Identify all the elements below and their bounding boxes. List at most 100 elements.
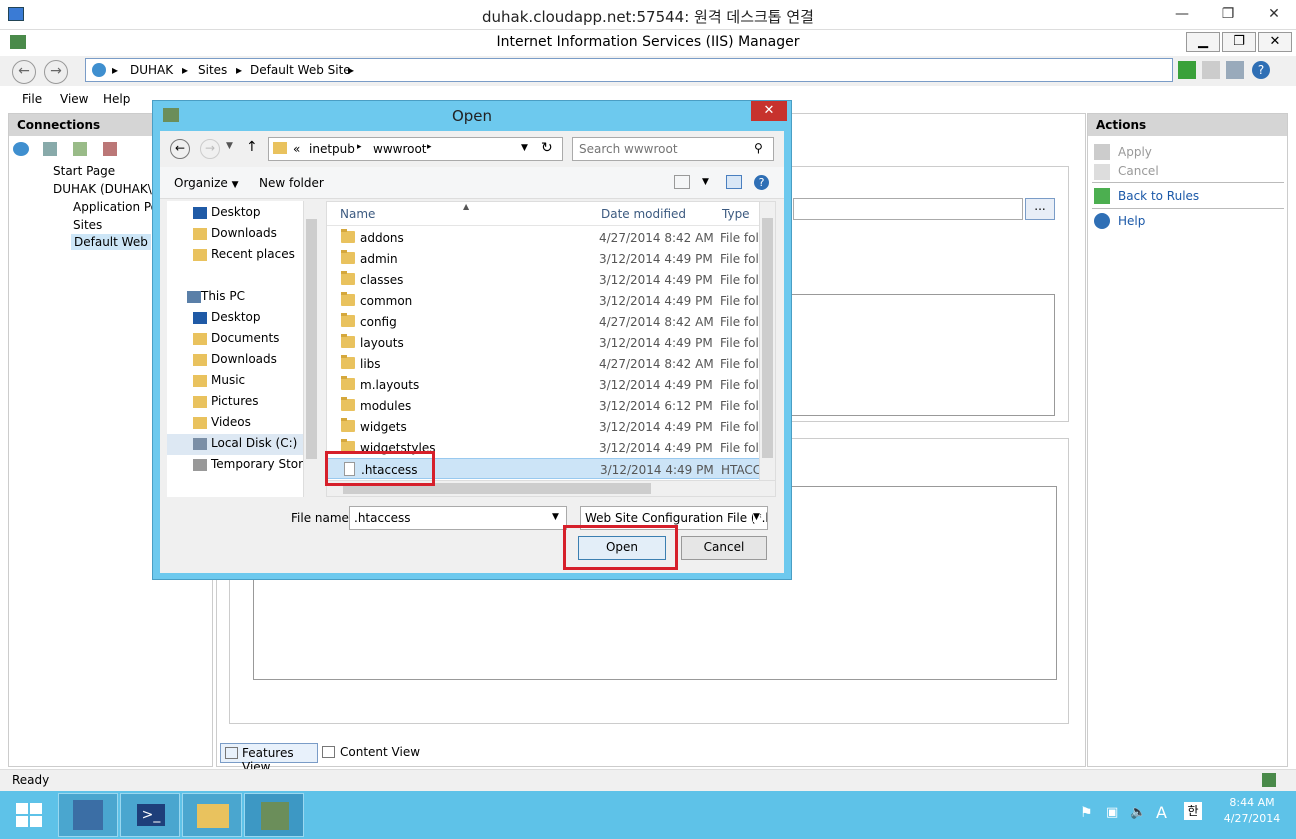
features-view-tab[interactable]: Features View: [220, 743, 318, 774]
nav-music[interactable]: Music: [211, 373, 245, 387]
action-help[interactable]: Help: [1118, 214, 1145, 228]
list-item[interactable]: widgets 3/12/2014 4:49 PM File folde: [327, 416, 775, 437]
path-inetpub[interactable]: inetpub: [309, 142, 355, 156]
organize-button[interactable]: Organize ▼: [174, 176, 239, 190]
column-date-modified[interactable]: Date modified: [601, 207, 686, 221]
menu-file[interactable]: File: [22, 92, 42, 106]
recent-locations-icon[interactable]: ▼: [226, 141, 233, 151]
help-icon[interactable]: ?: [1252, 61, 1270, 79]
file-list-vscrollbar[interactable]: [759, 202, 775, 480]
path-dropdown-icon[interactable]: ▼: [521, 143, 528, 153]
path-refresh-icon[interactable]: ↻: [541, 140, 553, 156]
rdp-close-button[interactable]: ✕: [1252, 0, 1296, 28]
volume-muted-icon[interactable]: 🔈: [1130, 805, 1146, 820]
view-options-icon[interactable]: [674, 175, 690, 189]
home-icon[interactable]: [1226, 61, 1244, 79]
nav-temporary-storage[interactable]: Temporary Stora: [211, 457, 310, 471]
breadcrumb-default-web-site[interactable]: Default Web Site: [250, 63, 351, 77]
browse-button[interactable]: ...: [1025, 198, 1055, 220]
nav-local-disk[interactable]: Local Disk (C:): [211, 436, 297, 450]
up-icon[interactable]: [73, 142, 87, 156]
up-folder-icon[interactable]: ↑: [246, 139, 258, 155]
address-box[interactable]: ▸ DUHAK ▸ Sites ▸ Default Web Site ▸: [85, 58, 1173, 82]
list-item[interactable]: libs 4/27/2014 8:42 AM File folde: [327, 353, 775, 374]
nav-desktop[interactable]: Desktop: [211, 205, 261, 219]
column-name[interactable]: Name: [340, 207, 375, 221]
list-item[interactable]: admin 3/12/2014 4:49 PM File folde: [327, 248, 775, 269]
tree-server[interactable]: DUHAK (DUHAK\a: [53, 182, 159, 196]
network-icon[interactable]: ▣: [1106, 805, 1118, 820]
new-folder-button[interactable]: New folder: [259, 176, 324, 190]
ime-hangul[interactable]: 한: [1184, 802, 1202, 820]
clock[interactable]: 8:44 AM 4/27/2014: [1212, 796, 1292, 825]
nav-documents[interactable]: Documents: [211, 331, 279, 345]
action-cancel[interactable]: Cancel: [1118, 164, 1159, 178]
iis-minimize-button[interactable]: ▁: [1186, 32, 1220, 52]
windows-start-icon[interactable]: [16, 803, 42, 827]
filename-dropdown-icon[interactable]: ▼: [552, 512, 559, 522]
menu-view[interactable]: View: [60, 92, 88, 106]
back-button[interactable]: ←: [12, 60, 36, 84]
powershell-icon: >_: [137, 804, 165, 826]
nav-scroll-thumb[interactable]: [306, 219, 317, 459]
taskbar-powershell[interactable]: >_: [120, 793, 180, 837]
list-item[interactable]: addons 4/27/2014 8:42 AM File folde: [327, 227, 775, 248]
tree-default-web-site[interactable]: Default Web: [71, 234, 151, 250]
breadcrumb-sites[interactable]: Sites: [198, 63, 227, 77]
dialog-back-icon[interactable]: ←: [170, 139, 190, 159]
cancel-button[interactable]: Cancel: [681, 536, 767, 560]
tree-start-page[interactable]: Start Page: [53, 164, 115, 178]
content-view-tab[interactable]: Content View: [322, 743, 420, 763]
nav-pane-scrollbar[interactable]: [303, 201, 319, 497]
forward-button[interactable]: →: [44, 60, 68, 84]
dialog-close-button[interactable]: ✕: [751, 101, 787, 121]
rdp-minimize-button[interactable]: —: [1160, 0, 1204, 28]
list-item[interactable]: common 3/12/2014 4:49 PM File folde: [327, 290, 775, 311]
view-dropdown-icon[interactable]: ▼: [702, 177, 709, 187]
filename-combobox[interactable]: .htaccess ▼: [349, 506, 567, 530]
iis-restore-button[interactable]: ❐: [1222, 32, 1256, 52]
list-item[interactable]: classes 3/12/2014 4:49 PM File folde: [327, 269, 775, 290]
taskbar-iis-manager[interactable]: [244, 793, 304, 837]
preview-pane-icon[interactable]: [726, 175, 742, 189]
connect-icon[interactable]: [13, 142, 29, 156]
menu-help[interactable]: Help: [103, 92, 130, 106]
column-type[interactable]: Type: [722, 207, 750, 221]
rdp-maximize-button[interactable]: ❐: [1206, 0, 1250, 28]
path-wwwroot[interactable]: wwwroot: [373, 142, 427, 156]
iis-close-button[interactable]: ✕: [1258, 32, 1292, 52]
ime-mode-a[interactable]: A: [1156, 803, 1167, 822]
file-type-dropdown-icon[interactable]: ▼: [753, 512, 760, 522]
search-input[interactable]: [572, 137, 774, 161]
path-input[interactable]: [793, 198, 1023, 220]
nav-this-pc[interactable]: This PC: [201, 289, 245, 303]
center-textarea-top[interactable]: [777, 294, 1055, 416]
refresh-icon[interactable]: [1178, 61, 1196, 79]
dialog-forward-icon[interactable]: →: [200, 139, 220, 159]
breadcrumb-duhak[interactable]: DUHAK: [130, 63, 173, 77]
list-item[interactable]: m.layouts 3/12/2014 4:49 PM File folde: [327, 374, 775, 395]
taskbar-server-manager[interactable]: [58, 793, 118, 837]
action-apply[interactable]: Apply: [1118, 145, 1152, 159]
file-list-scroll-thumb[interactable]: [762, 218, 773, 458]
nav-downloads[interactable]: Downloads: [211, 226, 277, 240]
actions-divider: [1092, 182, 1284, 183]
disconnect-icon[interactable]: [103, 142, 117, 156]
nav-pc-downloads[interactable]: Downloads: [211, 352, 277, 366]
dialog-help-icon[interactable]: ?: [754, 175, 769, 190]
list-item[interactable]: layouts 3/12/2014 4:49 PM File folde: [327, 332, 775, 353]
nav-pc-desktop[interactable]: Desktop: [211, 310, 261, 324]
tree-sites[interactable]: Sites: [73, 218, 102, 232]
list-item[interactable]: modules 3/12/2014 6:12 PM File folde: [327, 395, 775, 416]
actions-divider-2: [1092, 208, 1284, 209]
nav-pictures[interactable]: Pictures: [211, 394, 259, 408]
path-bar[interactable]: « inetpub ▸ wwwroot ▸ ▼ ↻: [268, 137, 563, 161]
stop-icon[interactable]: [1202, 61, 1220, 79]
action-back-to-rules[interactable]: Back to Rules: [1118, 189, 1199, 203]
save-icon[interactable]: [43, 142, 57, 156]
nav-videos[interactable]: Videos: [211, 415, 251, 429]
flag-icon[interactable]: ⚑: [1080, 805, 1093, 821]
list-item[interactable]: config 4/27/2014 8:42 AM File folde: [327, 311, 775, 332]
taskbar-explorer[interactable]: [182, 793, 242, 837]
nav-recent-places[interactable]: Recent places: [211, 247, 295, 261]
